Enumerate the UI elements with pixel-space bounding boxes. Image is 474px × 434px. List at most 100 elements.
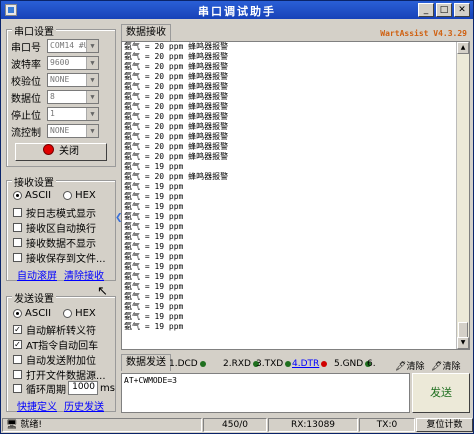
clear-icon: 🖋 [395,362,407,372]
hide-data-checkbox[interactable]: 接收数据不显示 [13,235,96,250]
signal-6[interactable]: 6. [367,359,376,369]
close-window-button[interactable]: ✕ [454,3,470,17]
receive-line: 氨气 = 19 ppm [124,222,184,231]
receive-line: 氨气 = 19 ppm [124,182,184,191]
receive-line: 氨气 = 20 ppm 蜂鸣器报警 [124,122,229,131]
receive-line: 氨气 = 20 ppm 蜂鸣器报警 [124,142,229,151]
send-hex-label: HEX [75,307,96,319]
history-link[interactable]: 历史发送 [64,398,104,413]
chevron-down-icon: ▼ [86,57,98,69]
receive-line: 氨气 = 20 ppm 蜂鸣器报警 [124,62,229,71]
databits-label: 数据位 [11,93,41,105]
cycle-unit: ms [100,382,115,394]
status-rx: RX:13089 [268,418,358,432]
maximize-button[interactable]: □ [436,3,452,17]
cycle-label: 循环周期 [26,384,66,396]
baud-label: 波特率 [11,59,41,71]
send-settings-group: 发送设置 ASCII HEX ✓ 自动解析转义符 ✓ AT指令自动回车 自动发送附加… [6,290,116,413]
chevron-down-icon: ▼ [86,125,98,137]
append-bits-checkbox[interactable]: 自动发送附加位 [13,352,96,367]
stopbits-label: 停止位 [11,110,41,122]
signal-2[interactable]: 2.RXD [223,359,259,369]
receive-line: 氨气 = 20 ppm 蜂鸣器报警 [124,172,229,181]
receive-ascii-label: ASCII [25,189,52,201]
log-mode-checkbox[interactable]: 按日志模式显示 [13,205,96,220]
app-window: 串口调试助手 _ □ ✕ 串口设置 串口号 COM14 #US ▼ 波特率 960… [0,0,474,434]
status-bar: 🖥 就绪! 450/0 RX:13089 TX:0 复位计数 [2,417,474,434]
signal-label: 1.DCD [169,359,198,369]
checkmark-icon: ✓ [13,339,22,349]
parity-select[interactable]: NONE ▼ [47,73,99,87]
flow-select[interactable]: NONE ▼ [47,124,99,138]
receive-scrollbar[interactable]: ▲ ▼ [456,42,469,349]
receive-lines: 氨气 = 20 ppm 蜂鸣器报警 氨气 = 20 ppm 蜂鸣器报警 氨气 = 2… [122,42,469,332]
receive-line: 氨气 = 19 ppm [124,232,184,241]
clear-receive-link[interactable]: 清除接收 [64,267,104,282]
parse-escape-checkbox[interactable]: ✓ 自动解析转义符 [13,322,96,337]
send-button[interactable]: 发送 [412,373,470,413]
title-bar[interactable]: 串口调试助手 _ □ ✕ [1,1,473,19]
clear-send-button-2[interactable]: 🖋清除 [431,359,460,372]
serial-settings-title: 串口设置 [12,23,56,38]
signal-1[interactable]: 1.DCD [169,359,206,369]
save-to-file-checkbox[interactable]: 接收保存到文件... [13,250,106,265]
signal-label: 2.RXD [223,359,251,369]
receive-ascii-radio[interactable] [13,190,22,200]
signal-3[interactable]: 3.TXD [256,359,292,369]
receive-line: 氨气 = 19 ppm [124,162,184,171]
auto-wrap-checkbox[interactable]: 接收区自动换行 [13,220,96,235]
receive-line: 氨气 = 20 ppm 蜂鸣器报警 [124,72,229,81]
cycle-checkbox[interactable] [13,383,22,393]
receive-line: 氨气 = 19 ppm [124,262,184,271]
signal-4[interactable]: 4.DTR [292,359,328,369]
window-title: 串口调试助手 [198,5,276,18]
auto-scroll-link[interactable]: 自动滚屏 [17,267,57,282]
receive-line: 氨气 = 19 ppm [124,272,184,281]
send-ascii-radio[interactable] [13,308,22,318]
receive-line: 氨气 = 19 ppm [124,212,184,221]
receive-line: 氨气 = 20 ppm 蜂鸣器报警 [124,152,229,161]
tab-receive[interactable]: 数据接收 [121,24,171,41]
shortcut-link[interactable]: 快捷定义 [17,398,57,413]
chevron-down-icon: ▼ [86,40,98,52]
parity-label: 校验位 [11,76,41,88]
clear-send-button-1[interactable]: 🖋清除 [395,359,424,372]
checkbox-icon [13,354,22,364]
signal-label: 5.GND [334,359,364,369]
open-close-port-button[interactable]: 关闭 [15,143,107,161]
chevron-down-icon: ▼ [86,108,98,120]
receive-hex-label: HEX [75,189,96,201]
parity-row: 校验位 NONE ▼ [11,72,99,88]
send-input[interactable]: AT+CWMODE=3 [121,373,410,413]
receive-hex-radio[interactable] [63,190,73,200]
signal-label: 4.DTR [292,359,320,369]
receive-line: 氨气 = 20 ppm 蜂鸣器报警 [124,112,229,121]
port-select[interactable]: COM14 #US ▼ [47,39,99,53]
stopbits-select[interactable]: 1 ▼ [47,107,99,121]
databits-select[interactable]: 8 ▼ [47,90,99,104]
info-icon: 🖥 [6,420,18,430]
cursor-icon: ↖ [97,284,108,299]
scroll-up-icon[interactable]: ▲ [457,42,469,54]
send-input-text: AT+CWMODE=3 [124,376,177,385]
brand-label: WartAssist V4.3.29 [380,29,467,38]
reset-count-button[interactable]: 复位计数 [416,418,473,432]
clear-icon: 🖋 [431,362,443,372]
checkbox-icon [13,252,22,262]
receive-text-area[interactable]: 氨气 = 20 ppm 蜂鸣器报警 氨气 = 20 ppm 蜂鸣器报警 氨气 = 2… [121,41,470,350]
serial-settings-group: 串口设置 串口号 COM14 #US ▼ 波特率 9600 ▼ 校验位 NONE ▼ … [6,23,116,167]
receive-line: 氨气 = 19 ppm [124,252,184,261]
minimize-button[interactable]: _ [418,3,434,17]
checkbox-icon [13,207,22,217]
cycle-input[interactable]: 1000 [68,381,98,395]
tab-send[interactable]: 数据发送 [121,354,171,371]
at-auto-enter-checkbox[interactable]: ✓ AT指令自动回车 [13,337,98,352]
signal-led-icon [199,360,206,367]
baud-select[interactable]: 9600 ▼ [47,56,99,70]
signal-5[interactable]: 5.GND [334,359,372,369]
receive-line: 氨气 = 19 ppm [124,192,184,201]
send-hex-radio[interactable] [63,308,73,318]
file-source-checkbox[interactable]: 打开文件数据源... [13,367,106,382]
receive-line: 氨气 = 20 ppm 蜂鸣器报警 [124,92,229,101]
scroll-down-icon[interactable]: ▼ [457,337,469,349]
